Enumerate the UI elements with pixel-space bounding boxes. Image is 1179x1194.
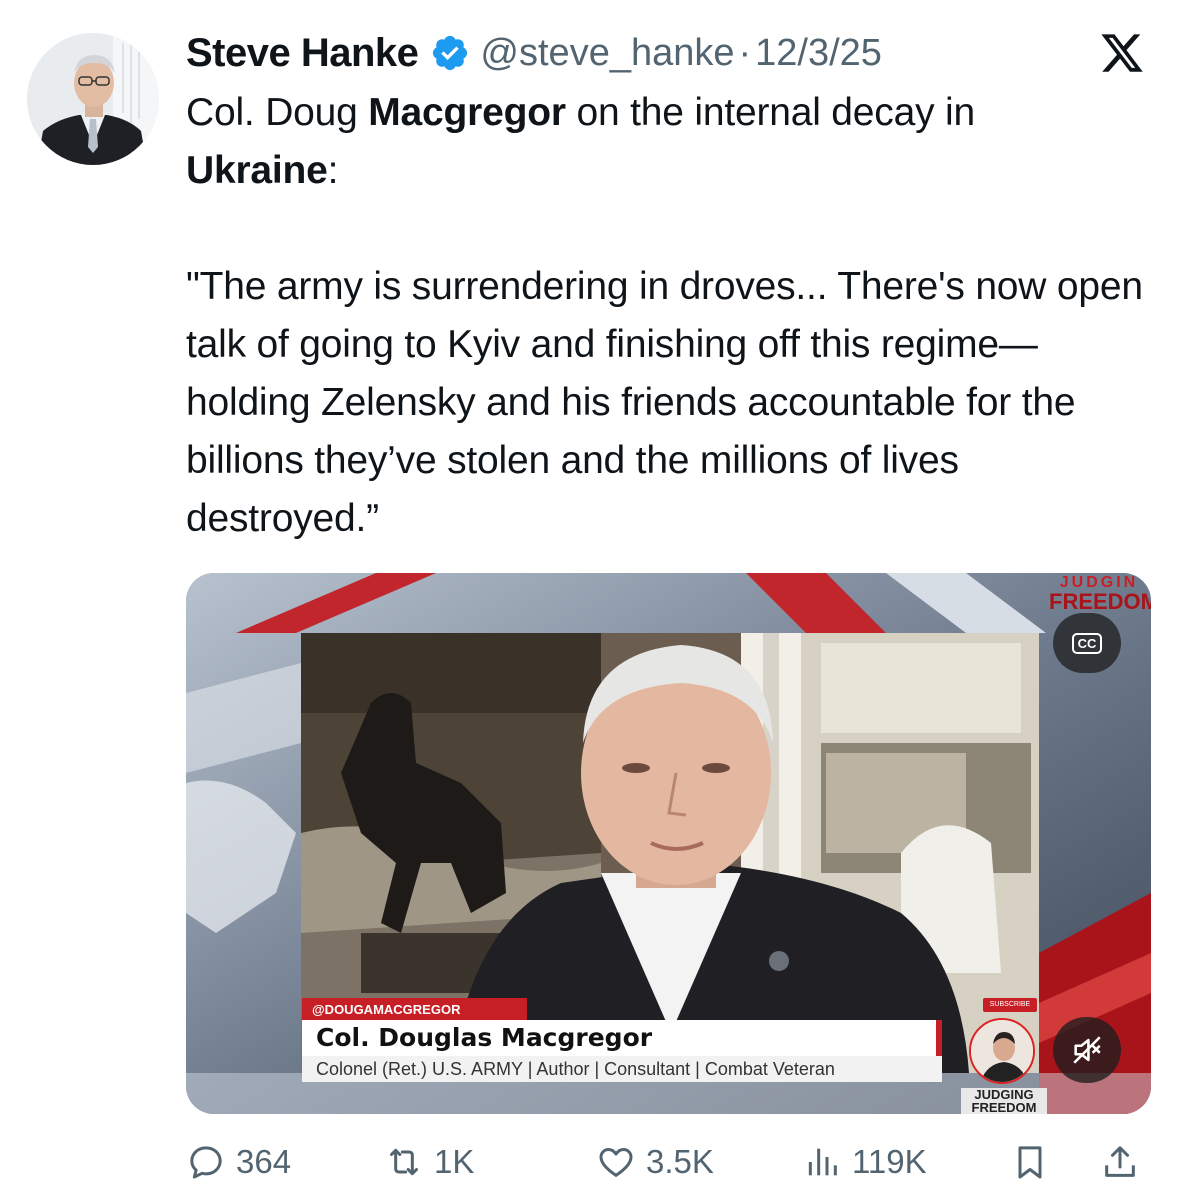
mute-icon (1073, 1036, 1101, 1064)
badge-label: JUDGING FREEDOM (961, 1088, 1047, 1114)
tweet-text-bold: Macgregor (368, 91, 566, 134)
tweet-text-part: Col. Doug (186, 91, 369, 134)
author-handle[interactable]: @steve_hanke (480, 32, 734, 75)
tweet-text-bold: Ukraine (186, 149, 328, 192)
like-count: 3.5K (646, 1143, 714, 1180)
author-name[interactable]: Steve Hanke (186, 31, 419, 76)
host-image (971, 1020, 1033, 1082)
mute-button[interactable] (1053, 1017, 1121, 1083)
repost-icon (390, 1148, 418, 1176)
verified-badge-icon[interactable] (430, 33, 470, 73)
guest-title: Colonel (Ret.) U.S. ARMY | Author | Cons… (302, 1056, 942, 1082)
repost-count: 1K (434, 1143, 475, 1180)
reply-button[interactable]: 364 (186, 1136, 291, 1188)
guest-name: Col. Douglas Macgregor (302, 1020, 942, 1056)
brand-logo-top: JUDGIN FREEDOM (1049, 575, 1151, 614)
tweet-date[interactable]: 12/3/25 (755, 32, 882, 75)
lower-third: Col. Douglas Macgregor Colonel (Ret.) U.… (302, 1020, 942, 1082)
guest-handle-tag: @DOUGAMACGREGOR (302, 998, 527, 1020)
brand-logo-line-2: FREEDOM (1049, 589, 1151, 614)
share-icon (1105, 1146, 1135, 1177)
tweet-quote: "The army is surrendering in droves... T… (186, 265, 1143, 540)
reply-count: 364 (236, 1143, 292, 1180)
guest-handle-text: @DOUGAMACGREGOR (312, 1001, 461, 1017)
host-photo (969, 1018, 1035, 1084)
video-player[interactable]: JUDGIN FREEDOM CC @DOUGAMACGREGOR Col. D… (186, 573, 1151, 1114)
reply-icon (190, 1146, 222, 1179)
bookmark-button[interactable] (1010, 1136, 1050, 1188)
heart-icon (599, 1148, 633, 1177)
x-logo-icon[interactable] (1098, 30, 1146, 76)
tweet-text-part: : (327, 149, 339, 192)
like-button[interactable]: 3.5K (596, 1136, 714, 1188)
bookmark-icon (1018, 1146, 1042, 1179)
subscribe-tag: SUBSCRIBE (983, 998, 1037, 1012)
closed-captions-button[interactable]: CC (1053, 613, 1121, 673)
tweet-text: Col. Doug Macgregor on the internal deca… (186, 84, 1156, 200)
share-button[interactable] (1100, 1136, 1140, 1188)
views-count: 119K (852, 1143, 927, 1180)
tweet-header: Steve Hanke @steve_hanke · 12/3/25 (186, 28, 882, 78)
author-avatar[interactable] (27, 33, 159, 165)
show-badge: SUBSCRIBE JUDGING FREEDOM (961, 996, 1047, 1114)
closed-captions-icon: CC (1071, 632, 1103, 654)
views-icon (808, 1148, 837, 1176)
tweet-text-part: on the internal decay in (565, 91, 975, 134)
action-bar: 364 1K 3.5K 119K (186, 1136, 1146, 1188)
separator-dot: · (738, 31, 752, 74)
avatar-image (27, 33, 159, 165)
views-button[interactable]: 119K (802, 1136, 927, 1188)
repost-button[interactable]: 1K (384, 1136, 474, 1188)
